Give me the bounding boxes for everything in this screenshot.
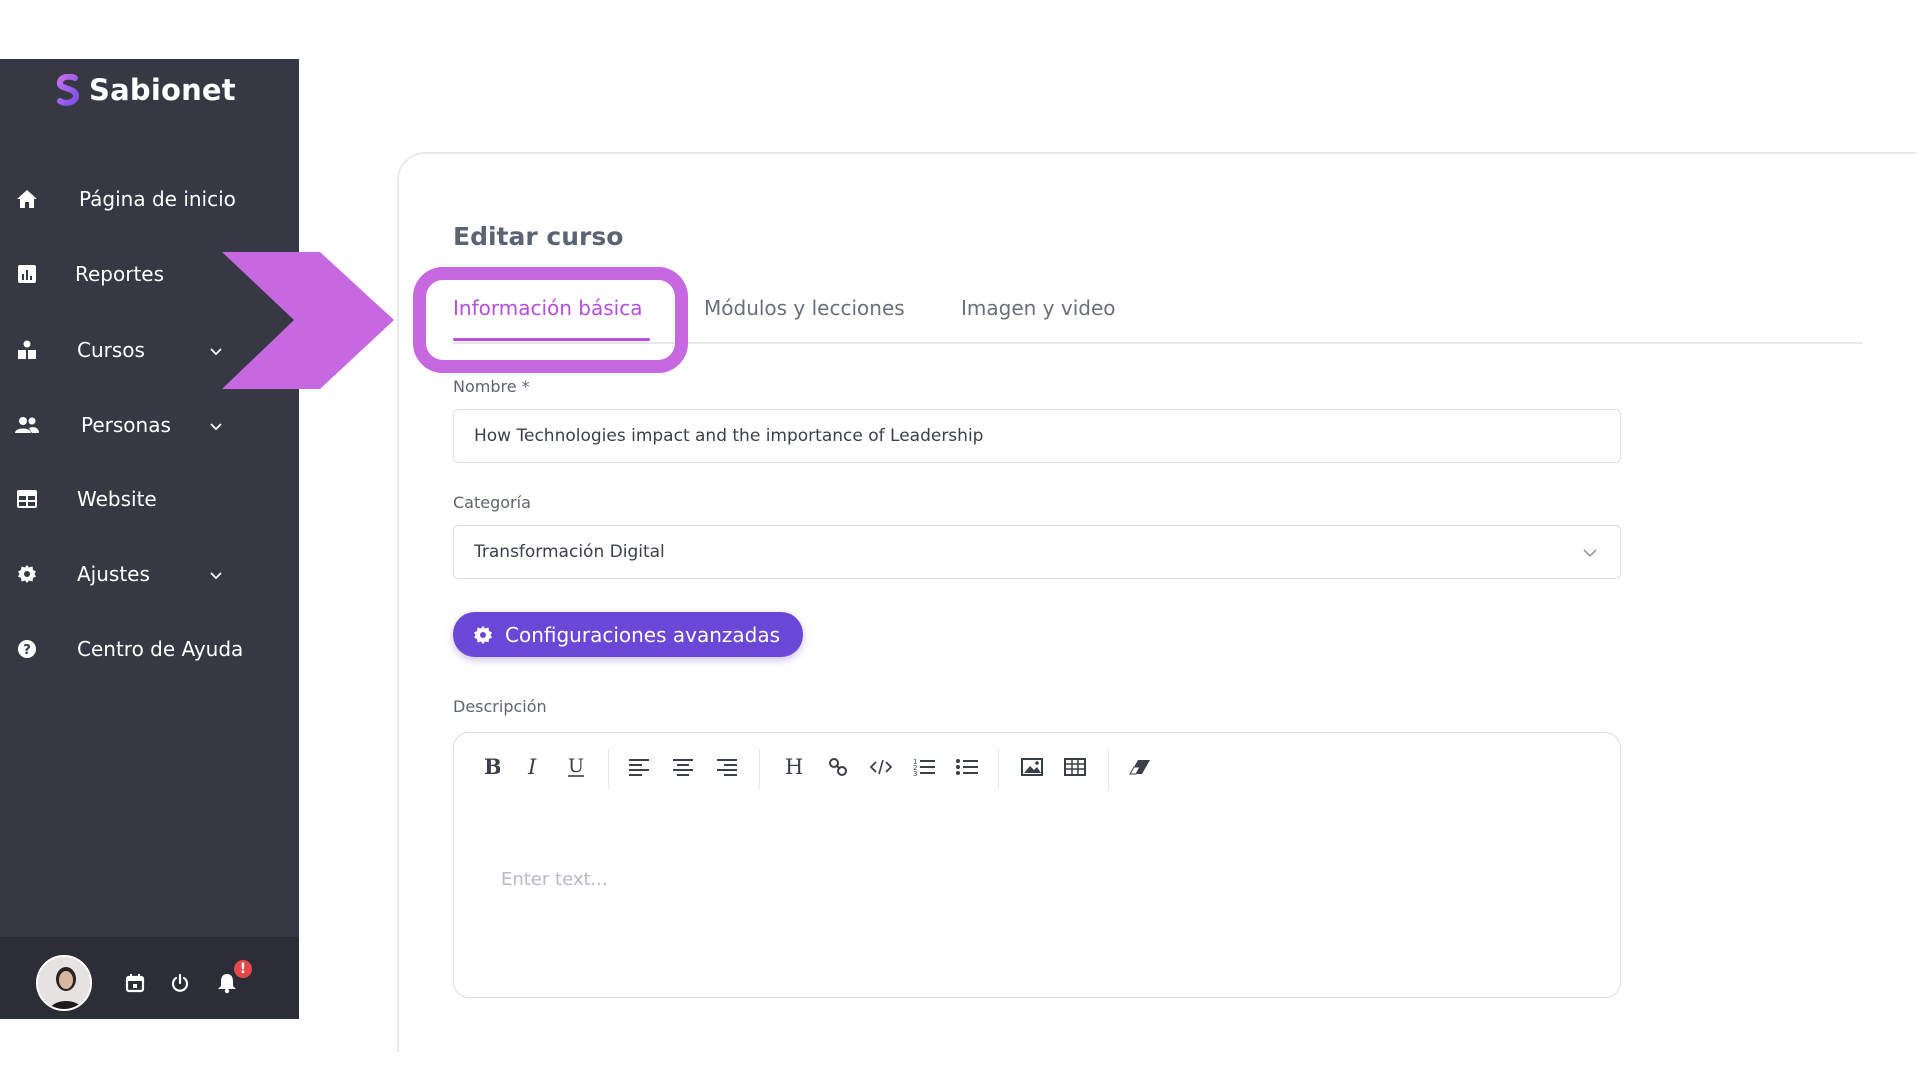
sidebar-item-label: Personas xyxy=(81,413,171,437)
name-label: Nombre * xyxy=(453,377,530,396)
calendar-icon[interactable] xyxy=(124,972,146,994)
sidebar-item-personas[interactable]: Personas xyxy=(0,397,299,453)
notification-badge: ! xyxy=(232,958,254,980)
tab-highlight-annotation xyxy=(413,267,688,373)
underline-icon[interactable]: U xyxy=(559,747,593,787)
pointer-arrow-icon xyxy=(222,252,394,389)
tab-modulos-lecciones[interactable]: Módulos y lecciones xyxy=(704,296,905,320)
help-icon: ? xyxy=(14,636,40,662)
category-select-value: Transformación Digital xyxy=(474,542,665,562)
image-icon[interactable] xyxy=(1015,747,1049,787)
gear-icon xyxy=(474,625,492,644)
category-select[interactable]: Transformación Digital xyxy=(453,525,1621,579)
avatar[interactable] xyxy=(36,955,92,1011)
name-input-value: How Technologies impact and the importan… xyxy=(474,426,984,446)
sidebar: Sabionet Página de inicio Reportes Curso… xyxy=(0,59,299,1019)
brand[interactable]: Sabionet xyxy=(55,73,236,107)
sidebar-item-website[interactable]: Website xyxy=(0,471,299,527)
toolbar-divider xyxy=(998,749,999,789)
chevron-down-icon xyxy=(210,423,222,431)
brand-name: Sabionet xyxy=(89,73,236,107)
description-editor[interactable]: B I U H 123 Enter text... xyxy=(453,732,1621,998)
link-icon[interactable] xyxy=(821,747,855,787)
ordered-list-icon[interactable]: 123 xyxy=(907,747,941,787)
sidebar-item-inicio[interactable]: Página de inicio xyxy=(0,171,299,227)
category-label: Categoría xyxy=(453,493,531,512)
svg-text:B: B xyxy=(484,756,500,778)
eraser-icon[interactable] xyxy=(1123,747,1157,787)
sidebar-item-label: Página de inicio xyxy=(79,187,236,211)
align-right-icon[interactable] xyxy=(710,747,744,787)
svg-text:I: I xyxy=(527,756,537,778)
code-icon[interactable] xyxy=(864,747,898,787)
advanced-settings-button[interactable]: Configuraciones avanzadas xyxy=(453,612,803,657)
sidebar-item-label: Cursos xyxy=(77,338,145,362)
toolbar-divider xyxy=(759,749,760,789)
chevron-down-icon xyxy=(210,572,222,580)
editor-placeholder: Enter text... xyxy=(501,869,608,890)
website-icon xyxy=(14,486,40,512)
screen: Sabionet Página de inicio Reportes Curso… xyxy=(0,0,1920,1080)
svg-text:U: U xyxy=(568,755,584,777)
page-title: Editar curso xyxy=(453,222,624,251)
svg-text:3: 3 xyxy=(913,770,917,777)
heading-icon[interactable]: H xyxy=(778,747,812,787)
bar-chart-icon xyxy=(14,261,40,287)
name-input[interactable]: How Technologies impact and the importan… xyxy=(453,409,1621,463)
sidebar-item-ayuda[interactable]: ? Centro de Ayuda xyxy=(0,621,299,677)
chevron-down-icon xyxy=(1583,549,1597,558)
power-icon[interactable] xyxy=(169,972,191,994)
unordered-list-icon[interactable] xyxy=(950,747,984,787)
sabionet-logo-icon xyxy=(57,74,79,106)
italic-icon[interactable]: I xyxy=(516,747,550,787)
sidebar-footer: ! xyxy=(0,937,299,1019)
gear-icon xyxy=(14,561,40,587)
sidebar-item-label: Centro de Ayuda xyxy=(77,637,244,661)
sidebar-item-label: Ajustes xyxy=(77,562,150,586)
sidebar-item-label: Website xyxy=(77,487,157,511)
tab-imagen-video[interactable]: Imagen y video xyxy=(961,296,1116,320)
sidebar-item-label: Reportes xyxy=(75,262,165,286)
sidebar-item-ajustes[interactable]: Ajustes xyxy=(0,546,299,602)
align-center-icon[interactable] xyxy=(666,747,700,787)
svg-text:?: ? xyxy=(23,643,31,658)
description-label: Descripción xyxy=(453,697,547,716)
home-icon xyxy=(14,186,40,212)
courses-icon xyxy=(14,337,40,363)
bold-icon[interactable]: B xyxy=(474,747,508,787)
toolbar-divider xyxy=(608,749,609,789)
toolbar-divider xyxy=(1108,749,1109,789)
align-left-icon[interactable] xyxy=(622,747,656,787)
users-icon xyxy=(14,412,40,438)
user-photo-icon xyxy=(38,957,90,1009)
svg-text:H: H xyxy=(785,756,803,778)
table-icon[interactable] xyxy=(1058,747,1092,787)
advanced-settings-label: Configuraciones avanzadas xyxy=(505,622,781,647)
